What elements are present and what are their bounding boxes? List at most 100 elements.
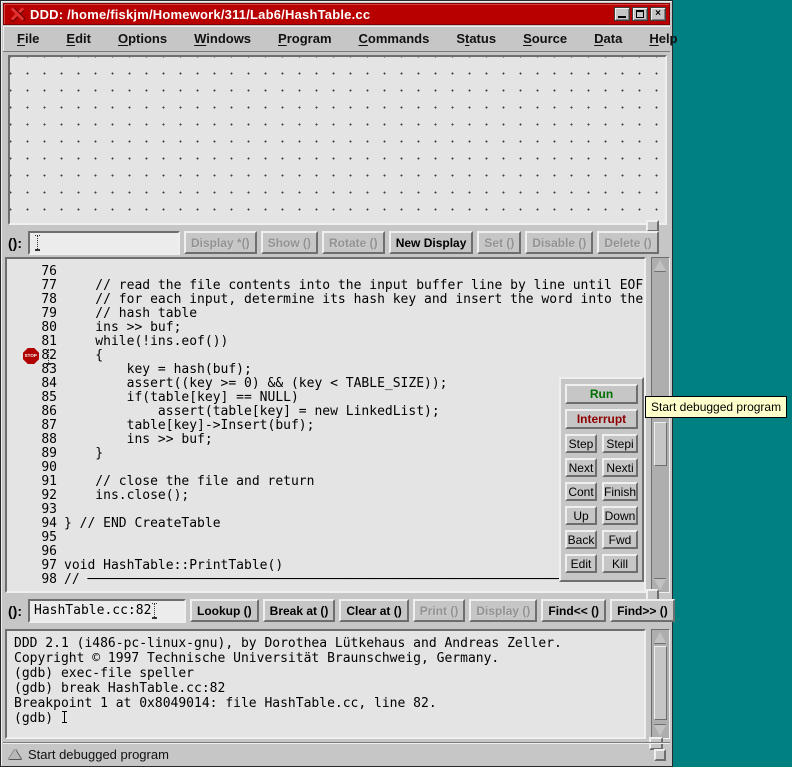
disable-button: Disable () xyxy=(525,231,593,254)
new-display-button[interactable]: New Display xyxy=(389,231,474,254)
source-line[interactable]: 89 } xyxy=(7,447,644,461)
console-line: Copyright © 1997 Technische Universität … xyxy=(14,651,644,666)
source-line[interactable]: 97void HashTable::PrintTable() xyxy=(7,559,644,573)
stepi-button[interactable]: Stepi xyxy=(602,434,638,453)
source-scrollbar-thumb[interactable] xyxy=(654,422,667,466)
console-line: (gdb) break HashTable.cc:82 xyxy=(14,681,644,696)
console-line: Breakpoint 1 at 0x8049014: file HashTabl… xyxy=(14,696,644,711)
up-button[interactable]: Up xyxy=(565,506,597,525)
status-bar: Start debugged program xyxy=(3,742,670,765)
source-line[interactable]: 93 xyxy=(7,503,644,517)
menu-source[interactable]: Source xyxy=(523,31,567,46)
source-text-cursor xyxy=(45,349,52,365)
menu-commands[interactable]: Commands xyxy=(359,31,430,46)
back-button[interactable]: Back xyxy=(565,530,597,549)
source-line[interactable]: 78 // for each input, determine its hash… xyxy=(7,293,644,307)
find-forward-button[interactable]: Find>> () xyxy=(610,599,675,622)
data-display-canvas[interactable] xyxy=(8,55,667,225)
down-button[interactable]: Down xyxy=(602,506,638,525)
gdb-text-cursor xyxy=(61,711,68,723)
source-line[interactable]: 92 ins.close(); xyxy=(7,489,644,503)
status-text: Start debugged program xyxy=(28,747,169,762)
lookup-button[interactable]: Lookup () xyxy=(190,599,259,622)
source-line[interactable]: 87 table[key]->Insert(buf); xyxy=(7,419,644,433)
show-button: Show () xyxy=(261,231,318,254)
source-scrollbar[interactable] xyxy=(651,257,670,593)
close-button[interactable]: × xyxy=(650,7,666,21)
gdb-console-pane: DDD 2.1 (i486-pc-linux-gnu), by Dorothea… xyxy=(5,629,670,739)
finish-button[interactable]: Finish xyxy=(602,482,638,501)
next-button[interactable]: Next xyxy=(565,458,597,477)
menu-edit[interactable]: Edit xyxy=(66,31,91,46)
source-line[interactable]: 83 key = hash(buf); xyxy=(7,363,644,377)
break-at-button[interactable]: Break at () xyxy=(263,599,336,622)
find-backward-button[interactable]: Find<< () xyxy=(541,599,606,622)
source-line[interactable]: 85 if(table[key] == NULL) xyxy=(7,391,644,405)
argument-label: (): xyxy=(5,603,24,619)
interrupt-button[interactable]: Interrupt xyxy=(565,409,638,429)
set-button: Set () xyxy=(477,231,521,254)
minimize-button[interactable] xyxy=(614,7,630,21)
source-line[interactable]: 84 assert((key >= 0) && (key < TABLE_SIZ… xyxy=(7,377,644,391)
menu-file[interactable]: File xyxy=(17,31,39,46)
source-line[interactable]: 91 // close the file and return xyxy=(7,475,644,489)
source-code-view[interactable]: 76 77 // read the file contents into the… xyxy=(5,257,646,593)
source-toolbar: (): HashTable.cc:82 Lookup () Break at (… xyxy=(5,597,668,624)
status-triangle-icon[interactable] xyxy=(9,749,21,759)
gdb-console[interactable]: DDD 2.1 (i486-pc-linux-gnu), by Dorothea… xyxy=(5,629,646,739)
display-toolbar: (): Display *() Show () Rotate () New Di… xyxy=(5,229,668,256)
source-line[interactable]: 95 xyxy=(7,531,644,545)
menu-program[interactable]: Program xyxy=(278,31,331,46)
scroll-up-icon[interactable] xyxy=(654,632,666,643)
display-deref-button: Display *() xyxy=(184,231,257,254)
maximize-button[interactable] xyxy=(632,7,648,21)
source-argument-input[interactable]: HashTable.cc:82 xyxy=(28,599,186,623)
console-scrollbar-thumb[interactable] xyxy=(654,646,667,720)
delete-button: Delete () xyxy=(597,231,658,254)
menu-help[interactable]: Help xyxy=(649,31,677,46)
run-button[interactable]: Run xyxy=(565,384,638,404)
source-line[interactable]: 98// ───────────────────────────────────… xyxy=(7,573,644,587)
menu-data[interactable]: Data xyxy=(594,31,622,46)
console-line: DDD 2.1 (i486-pc-linux-gnu), by Dorothea… xyxy=(14,636,644,651)
source-line[interactable]: 90 xyxy=(7,461,644,475)
kill-button[interactable]: Kill xyxy=(602,554,638,573)
command-tool-panel: Run Interrupt Step Stepi Next Nexti Cont… xyxy=(559,377,644,582)
ddd-main-window: DDD: /home/fiskjm/Homework/311/Lab6/Hash… xyxy=(0,0,673,767)
title-bar[interactable]: DDD: /home/fiskjm/Homework/311/Lab6/Hash… xyxy=(3,3,670,25)
source-line[interactable]: 94} // END CreateTable xyxy=(7,517,644,531)
step-button[interactable]: Step xyxy=(565,434,597,453)
source-line[interactable]: 77 // read the file contents into the in… xyxy=(7,279,644,293)
tooltip: Start debugged program xyxy=(645,396,787,418)
menu-windows[interactable]: Windows xyxy=(194,31,251,46)
display-button: Display () xyxy=(469,599,537,622)
display-argument-input[interactable] xyxy=(28,231,180,255)
console-scrollbar[interactable] xyxy=(651,629,670,739)
rotate-button: Rotate () xyxy=(322,231,385,254)
source-line[interactable]: 96 xyxy=(7,545,644,559)
window-title: DDD: /home/fiskjm/Homework/311/Lab6/Hash… xyxy=(30,7,614,22)
edit-button[interactable]: Edit xyxy=(565,554,597,573)
scroll-down-icon[interactable] xyxy=(654,725,666,736)
desktop: DDD: /home/fiskjm/Homework/311/Lab6/Hash… xyxy=(0,0,792,767)
console-prompt-line[interactable]: (gdb) xyxy=(14,711,644,726)
source-line[interactable]: 80 ins >> buf; xyxy=(7,321,644,335)
x-logo-icon xyxy=(9,7,25,21)
scroll-up-icon[interactable] xyxy=(654,260,666,271)
menu-options[interactable]: Options xyxy=(118,31,167,46)
fwd-button[interactable]: Fwd xyxy=(602,530,638,549)
source-line[interactable]: 88 ins >> buf; xyxy=(7,433,644,447)
clear-at-button[interactable]: Clear at () xyxy=(339,599,408,622)
maximize-icon xyxy=(636,10,644,18)
close-icon: × xyxy=(655,9,661,19)
source-line-breakpoint[interactable]: 82 { xyxy=(7,349,644,363)
cont-button[interactable]: Cont xyxy=(565,482,597,501)
menu-status[interactable]: Status xyxy=(456,31,496,46)
source-line[interactable]: 81 while(!ins.eof()) xyxy=(7,335,644,349)
source-line[interactable]: 79 // hash table xyxy=(7,307,644,321)
minimize-icon xyxy=(618,11,626,18)
console-line: (gdb) exec-file speller xyxy=(14,666,644,681)
source-line[interactable]: 86 assert(table[key] = new LinkedList); xyxy=(7,405,644,419)
nexti-button[interactable]: Nexti xyxy=(602,458,638,477)
source-line[interactable]: 76 xyxy=(7,265,644,279)
